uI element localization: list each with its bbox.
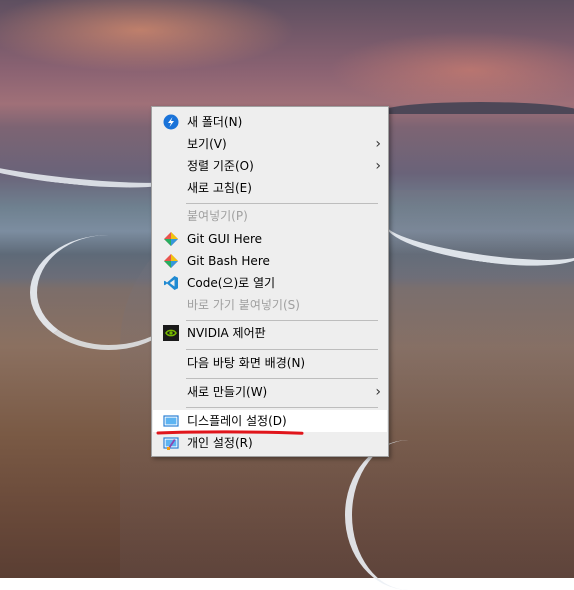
new-folder-icon bbox=[163, 114, 179, 130]
menu-item-label: 정렬 기준(O) bbox=[187, 159, 254, 173]
menu-item-nvidia-control-panel[interactable]: NVIDIA 제어판 bbox=[153, 322, 387, 344]
menu-item-git-bash[interactable]: Git Bash Here bbox=[153, 250, 387, 272]
wallpaper-island bbox=[380, 102, 574, 114]
menu-item-label: 디스플레이 설정(D) bbox=[187, 414, 287, 428]
menu-item-label: 붙여넣기(P) bbox=[187, 209, 248, 223]
menu-item-paste-shortcut[interactable]: 바로 가기 붙여넣기(S) bbox=[153, 294, 387, 316]
chevron-right-icon: › bbox=[375, 158, 381, 174]
wallpaper-wave bbox=[345, 440, 472, 590]
nvidia-icon bbox=[163, 325, 179, 341]
menu-item-label: 새로 고침(E) bbox=[187, 181, 252, 195]
vscode-icon bbox=[164, 276, 178, 290]
menu-item-view[interactable]: 보기(V) › bbox=[153, 133, 387, 155]
menu-item-new[interactable]: 새로 만들기(W) › bbox=[153, 381, 387, 403]
menu-separator bbox=[186, 349, 378, 350]
menu-item-label: 바로 가기 붙여넣기(S) bbox=[187, 298, 300, 312]
menu-item-refresh[interactable]: 새로 고침(E) bbox=[153, 177, 387, 199]
chevron-right-icon: › bbox=[375, 136, 381, 152]
menu-item-sort-by[interactable]: 정렬 기준(O) › bbox=[153, 155, 387, 177]
menu-item-new-folder[interactable]: 새 폴더(N) bbox=[153, 111, 387, 133]
menu-item-label: Git GUI Here bbox=[187, 232, 263, 246]
menu-item-open-with-code[interactable]: Code(으)로 열기 bbox=[153, 272, 387, 294]
menu-item-label: Code(으)로 열기 bbox=[187, 276, 276, 290]
menu-item-label: 보기(V) bbox=[187, 137, 227, 151]
menu-item-next-background[interactable]: 다음 바탕 화면 배경(N) bbox=[153, 352, 387, 374]
annotation-underline bbox=[156, 430, 304, 435]
desktop-context-menu: 새 폴더(N) 보기(V) › 정렬 기준(O) › 새로 고침(E) 붙여넣기… bbox=[151, 106, 389, 457]
menu-separator bbox=[186, 320, 378, 321]
menu-separator bbox=[186, 203, 378, 204]
chevron-right-icon: › bbox=[375, 384, 381, 400]
menu-item-label: Git Bash Here bbox=[187, 254, 270, 268]
menu-item-label: 새 폴더(N) bbox=[187, 115, 243, 129]
git-icon bbox=[164, 232, 178, 246]
menu-item-paste[interactable]: 붙여넣기(P) bbox=[153, 205, 387, 227]
menu-separator bbox=[186, 378, 378, 379]
menu-item-display-settings[interactable]: 디스플레이 설정(D) bbox=[153, 410, 387, 432]
personalize-icon bbox=[163, 437, 179, 450]
display-icon bbox=[163, 415, 179, 427]
menu-item-label: 새로 만들기(W) bbox=[187, 385, 268, 399]
menu-item-label: NVIDIA 제어판 bbox=[187, 326, 266, 340]
menu-item-label: 다음 바탕 화면 배경(N) bbox=[187, 356, 306, 370]
menu-separator bbox=[186, 407, 378, 408]
menu-item-git-gui[interactable]: Git GUI Here bbox=[153, 228, 387, 250]
git-icon bbox=[164, 254, 178, 268]
